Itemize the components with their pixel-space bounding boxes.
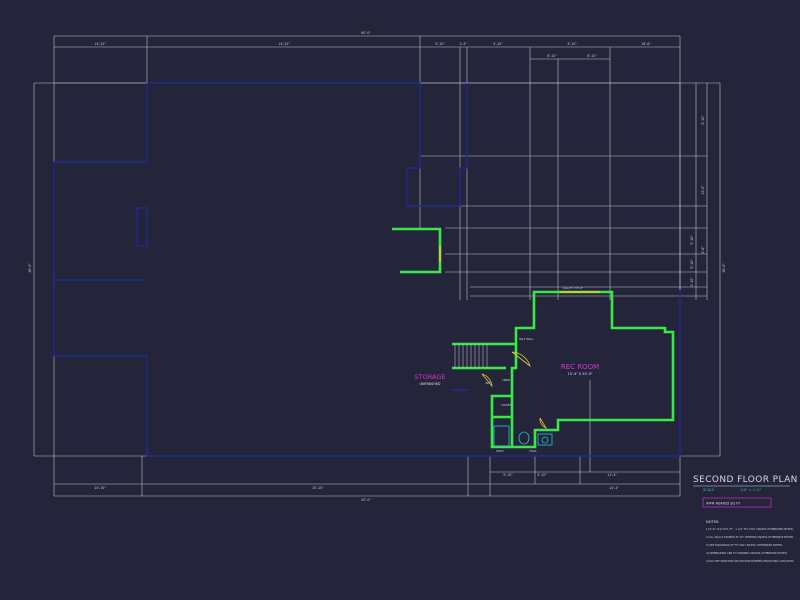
bathtub-icon [493, 425, 510, 447]
area-text: ### HEATED SQ FT [706, 502, 741, 506]
doors [439, 246, 600, 429]
right-segment-dim: 5'-10" [701, 115, 705, 125]
right-segment-dim: 1'-6" [701, 246, 705, 254]
top-segment-dim: 3'-10" [567, 42, 577, 46]
note-item: 1) 9'-6" CLG HGT, FF - 1 1/2" FLT. HGT. … [706, 527, 794, 531]
side-dimensions: 36'-0" 36'-0" 5'-10" 12'-0" 1'-6" 5'-10"… [28, 115, 726, 287]
toilet-icon [518, 431, 530, 445]
bottom-inner-dim: 5'-10" [503, 473, 513, 477]
dormer-walls [392, 227, 442, 274]
building-outline [53, 82, 681, 457]
bottom-dimensions: 50'-0" 14'-10" 20'-10" 14'-4" 5'-10" 5'-… [94, 473, 619, 502]
plan-title: SECOND FLOOR PLAN [693, 475, 798, 485]
bottom-segment-dim: 14'-10" [94, 486, 106, 490]
note-item: 5) LOCALLY VERIFY MANUFACTURER'S SPECS F… [706, 559, 794, 563]
note-item: 3) SEE DRAWINGS OF FIT MAY UNLESS OTHERW… [706, 543, 783, 547]
stairs [454, 344, 488, 368]
hvac-label: HVAC [529, 449, 536, 453]
left-overall-dim: 36'-0" [28, 263, 32, 273]
scale-value: 1/4" = 1'-0" [740, 488, 762, 492]
top-segment-dim: 16'-6" [641, 42, 651, 46]
top-sub-dim: 6'-10" [547, 54, 557, 58]
top-segment-dim: 14'-10" [94, 42, 106, 46]
bottom-inner-dim: 11'-4" [607, 473, 617, 477]
right-segment-dim: 5'-10" [690, 235, 694, 245]
note-item: 4) DIMENSIONS ARE TO FRAMING UNLESS OTHE… [706, 551, 788, 555]
rec-room-size: 15'-4" X 23'-9" [568, 372, 593, 376]
top-segment-dim: 1'-4" [459, 42, 467, 46]
top-segment-dim: 14'-10" [278, 42, 290, 46]
dimension-grid [33, 35, 721, 497]
bottom-overall-dim: 50'-0" [361, 498, 371, 502]
floor-plan-canvas: 60'-0" 14'-10" 14'-10" 5'-10" 1'-4" 5'-1… [28, 31, 798, 563]
linen-label: LINEN [502, 378, 510, 382]
bottom-inner-dim: 5'-10" [537, 473, 547, 477]
note-item: 2) ALL WALLS FRAMED AT 16" CENTERS UNLES… [706, 535, 794, 539]
top-segment-dim: 5'-10" [435, 42, 445, 46]
top-segment-dim: 5'-10" [493, 42, 503, 46]
room-labels: STORAGE UNFINISHED REC ROOM 15'-4" X 23'… [415, 363, 600, 386]
right-segment-dim: 1'-10" [690, 277, 694, 287]
right-segment-dim: 5'-10" [690, 259, 694, 269]
closet-label: CLOSET [501, 403, 511, 407]
storage-room-name: STORAGE [415, 373, 446, 381]
bath-label: BATH [497, 449, 504, 453]
bottom-segment-dim: 14'-4" [609, 486, 619, 490]
top-dimensions: 60'-0" 14'-10" 14'-10" 5'-10" 1'-4" 5'-1… [94, 31, 651, 58]
right-overall-dim: 36'-0" [722, 263, 726, 273]
right-segment-dim: 12'-0" [701, 185, 705, 195]
door-swing-icon [539, 417, 547, 429]
half-wall-label: HALF WALL [519, 337, 534, 341]
title-block: SECOND FLOOR PLAN SCALE 1/4" = 1'-0" ###… [693, 475, 798, 508]
top-overall-dim: 60'-0" [361, 31, 371, 35]
rec-room-name: REC ROOM [561, 363, 599, 371]
opt-label: OPT [485, 381, 491, 385]
notes-heading: NOTES: [706, 520, 719, 524]
bottom-segment-dim: 20'-10" [312, 486, 324, 490]
storage-room-sub: UNFINISHED [420, 382, 441, 386]
scale-label: SCALE [703, 488, 715, 492]
top-sub-dim: 6'-10" [587, 54, 597, 58]
notes-block: NOTES: 1) 9'-6" CLG HGT, FF - 1 1/2" FLT… [706, 520, 794, 563]
rec-ceiling-label: CLG HT = 8'-0" [563, 286, 583, 290]
